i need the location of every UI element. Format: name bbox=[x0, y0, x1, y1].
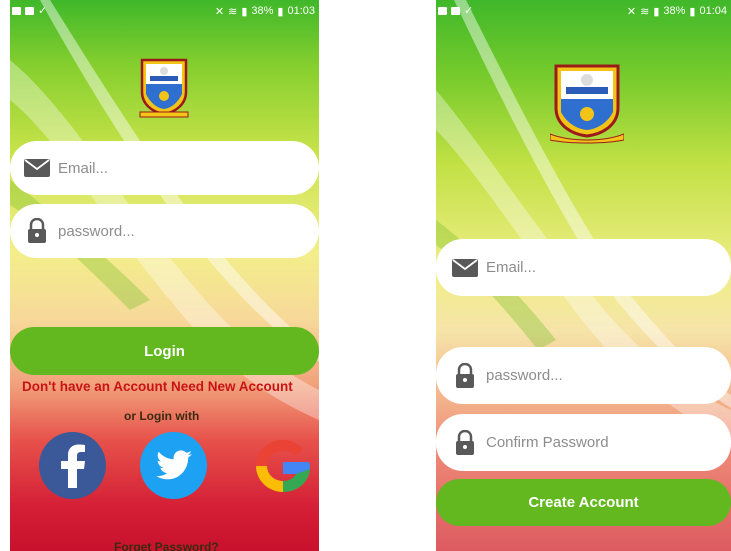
email-placeholder: Email... bbox=[58, 159, 109, 177]
password-field[interactable]: password... bbox=[10, 204, 319, 258]
emblem-logo bbox=[550, 64, 624, 144]
password-placeholder: password... bbox=[58, 222, 135, 240]
email-placeholder: Email... bbox=[486, 259, 537, 276]
message-icon bbox=[451, 7, 460, 15]
mail-icon bbox=[450, 255, 480, 281]
signal-icon: ▮ bbox=[241, 5, 248, 18]
mute-icon: ✕ bbox=[214, 5, 225, 18]
lock-icon bbox=[22, 218, 52, 244]
mail-icon bbox=[22, 155, 52, 181]
email-field[interactable]: Email... bbox=[10, 141, 319, 195]
email-field[interactable]: Email... bbox=[436, 239, 731, 296]
image-icon bbox=[25, 7, 34, 15]
login-screen: ✓ ✕ ≋ ▮ 38% ▮ 01:03 Email... password...… bbox=[10, 0, 319, 551]
confirm-password-placeholder: Confirm Password bbox=[486, 434, 609, 451]
status-bar: ✓ ✕ ≋ ▮ 38% ▮ 01:03 bbox=[10, 0, 319, 22]
download-done-icon: ✓ bbox=[464, 4, 474, 17]
battery-percent: 38% bbox=[663, 5, 686, 17]
facebook-icon bbox=[60, 444, 85, 488]
or-login-with-label: or Login with bbox=[124, 409, 200, 423]
google-icon bbox=[256, 440, 310, 492]
twitter-login-button[interactable] bbox=[140, 432, 207, 499]
message-icon bbox=[12, 7, 21, 15]
lock-icon bbox=[450, 429, 480, 456]
wifi-icon: ≋ bbox=[640, 5, 650, 18]
wifi-icon: ≋ bbox=[228, 5, 238, 18]
emblem-logo bbox=[139, 58, 189, 118]
image-icon bbox=[438, 7, 447, 15]
confirm-password-field[interactable]: Confirm Password bbox=[436, 414, 731, 471]
password-field[interactable]: password... bbox=[436, 347, 731, 404]
login-button[interactable]: Login bbox=[10, 327, 319, 375]
status-bar: ✓ ✕ ≋ ▮ 38% ▮ 01:04 bbox=[436, 0, 731, 22]
signal-icon: ▮ bbox=[653, 5, 660, 18]
signup-screen: ✓ ✕ ≋ ▮ 38% ▮ 01:04 Email... password... bbox=[436, 0, 731, 551]
google-login-button[interactable] bbox=[247, 432, 319, 499]
password-placeholder: password... bbox=[486, 367, 563, 384]
facebook-login-button[interactable] bbox=[39, 432, 106, 499]
clock: 01:04 bbox=[699, 5, 727, 17]
battery-icon: ▮ bbox=[277, 5, 284, 18]
battery-icon: ▮ bbox=[689, 5, 696, 18]
signup-link[interactable]: Don't have an Account Need New Account bbox=[22, 379, 293, 394]
twitter-icon bbox=[155, 449, 192, 479]
create-account-button[interactable]: Create Account bbox=[436, 479, 731, 526]
lock-icon bbox=[450, 362, 480, 389]
forgot-password-link[interactable]: Forget Password? bbox=[114, 540, 219, 551]
mute-icon: ✕ bbox=[626, 5, 637, 18]
clock: 01:03 bbox=[287, 5, 315, 17]
battery-percent: 38% bbox=[251, 5, 274, 17]
download-done-icon: ✓ bbox=[38, 4, 48, 17]
